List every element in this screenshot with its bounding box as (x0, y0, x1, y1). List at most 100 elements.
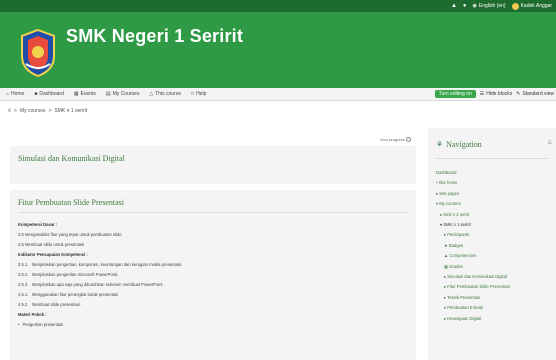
pencil-icon: ✎ (516, 91, 521, 97)
navigation-block: ⚘ Navigation ☰ Dashboard • Site home ▸ S… (428, 128, 556, 360)
site-title[interactable]: SMK Negeri 1 Seririt (66, 26, 243, 47)
nav-tree-item[interactable]: ▸ Pembuatan E-book (436, 303, 552, 313)
section-title[interactable]: Fitur Pembuatan Slide Presentasi (18, 198, 124, 207)
course-section: Simulasi dan Komunikasi Digital (10, 146, 416, 184)
indicator-text: Menggunakan fitur perangkat lunak presen… (32, 292, 119, 297)
course-content: Your progress Simulasi dan Komunikasi Di… (10, 126, 416, 360)
navbar-actions: Turn editing on ☰ Hide blocks ✎ Standard v… (434, 90, 554, 98)
top-bar: ▲ ● ◉ English (en) Kadek Anggar (0, 0, 556, 12)
breadcrumb-my-courses[interactable]: My courses (20, 108, 46, 114)
indicator-text: Menjelaskan apa saja yang dibutuhkan seb… (32, 282, 163, 287)
nav-dashboard[interactable]: ■ Dashboard (34, 91, 64, 97)
hide-blocks-icon: ☰ (479, 91, 485, 97)
top-bar-right: ▲ ● ◉ English (en) Kadek Anggar (451, 2, 552, 10)
nav-tree-label: SMK n 1 seririt (443, 222, 471, 228)
nav-dashboard-label: Dashboard (39, 91, 64, 97)
nav-tree-item[interactable]: ▸ Kewargaan Digital (436, 314, 552, 324)
dashboard-icon: ■ (34, 91, 38, 97)
breadcrumb-course[interactable]: SMK n 1 seririt (54, 108, 87, 114)
nav-tree-label: Grades (449, 263, 463, 269)
materi-item: Pengertian presentasi (18, 320, 408, 330)
nav-tree-item[interactable]: ▲ Competencies (436, 251, 552, 261)
nav-tree-label: Simulasi dan Komunikasi Digital (447, 274, 507, 280)
indicator-text: Membuat slide presentasi. (32, 302, 81, 307)
nav-events[interactable]: ▦ Events (74, 91, 96, 97)
breadcrumb-home-icon[interactable]: ⍟ (8, 108, 11, 114)
indicator-heading: Indikator Pencapaian Kompetensi : (18, 252, 88, 257)
globe-icon: ◉ (472, 3, 477, 9)
nav-tree-label: Teknik Presentasi (447, 294, 481, 300)
block-menu-icon[interactable]: ☰ (548, 140, 552, 146)
user-name: Kadek Anggar (520, 3, 552, 9)
progress-indicator: Your progress (380, 137, 411, 143)
breadcrumb-separator: > (48, 108, 52, 114)
hide-blocks-label: Hide blocks (486, 91, 513, 97)
indicator-text: Menjelaskan pengertian microsoft PowerPo… (32, 272, 119, 277)
help-icon[interactable] (405, 137, 411, 143)
nav-tree-item[interactable]: Dashboard (436, 168, 552, 178)
nav-tree-item[interactable]: ▸ Fitur Pembuatan Slide Presentasi (436, 282, 552, 292)
nav-tree-item[interactable]: ▾ My courses (436, 199, 552, 209)
indicator-item: 4.5.1. Menggunakan fitur perangkat lunak … (18, 290, 408, 300)
turn-editing-button[interactable]: Turn editing on (434, 90, 476, 98)
site-banner (0, 12, 556, 88)
nav-tree-item[interactable]: ▸ Participants (436, 230, 552, 240)
nav-home[interactable]: ⌂ Home (6, 91, 24, 97)
nav-this-course-label: This course (155, 91, 182, 97)
standard-view-button[interactable]: ✎ Standard view (516, 91, 554, 97)
user-menu[interactable]: Kadek Anggar (511, 2, 552, 10)
help-icon: □ (191, 91, 195, 97)
nav-tree-label: Kewargaan Digital (447, 315, 482, 321)
indicator-number: 4.5.2 (18, 302, 28, 307)
nav-help[interactable]: □ Help (191, 91, 206, 97)
nav-help-label: Help (196, 91, 207, 97)
nav-tree-label: Competencies (449, 253, 477, 259)
hide-blocks-button[interactable]: ☰ Hide blocks (480, 91, 512, 97)
kd-item: 4.5 Membuat slide untuk presentasi (18, 242, 85, 247)
nav-tree-label: Badges (448, 242, 464, 248)
nav-my-courses-label: My Courses (112, 91, 140, 97)
nav-tree-item[interactable]: ★ Badges (436, 241, 552, 251)
indicator-item: 3.5.1. Menjelaskan pengertian, komponen, … (18, 260, 408, 270)
section-summary: Kompetensi Dasar : 3.5 Menganalisis fitu… (18, 220, 408, 330)
nav-tree-item[interactable]: ▸ Teknik Presentasi (436, 293, 552, 303)
chat-icon[interactable]: ● (463, 2, 467, 10)
home-icon: ⌂ (6, 91, 10, 97)
progress-label: Your progress (380, 137, 405, 142)
navbar-links: ⌂ Home ■ Dashboard ▦ Events ▤ My Courses △ Th… (6, 91, 206, 97)
nav-tree-label: Site home (438, 180, 458, 186)
materi-heading: Materi Pokok : (18, 312, 47, 317)
avatar (511, 2, 519, 10)
nav-tree-label: Site pages (439, 190, 460, 196)
nav-tree-label: Pembuatan E-book (447, 305, 484, 311)
section-title[interactable]: Simulasi dan Komunikasi Digital (18, 154, 125, 163)
nav-tree-label: Smk n 2 serrit (443, 211, 470, 217)
nav-tree-item[interactable]: • Site home (436, 178, 552, 188)
indicator-number: 3.5.3 (18, 282, 28, 287)
bell-icon[interactable]: ▲ (451, 2, 457, 10)
breadcrumb: ⍟ > My courses > SMK n 1 seririt (8, 108, 87, 114)
indicator-number: 4.5.1. (18, 292, 29, 297)
kd-heading: Kompetensi Dasar : (18, 222, 58, 227)
indicator-number: 3.5.1. (18, 262, 29, 267)
nav-my-courses[interactable]: ▤ My Courses (106, 91, 139, 97)
course-icon: △ (149, 91, 154, 97)
nav-this-course[interactable]: △ This course (149, 91, 181, 97)
indicator-item: 3.5.3 Menjelaskan apa saja yang dibutuhka… (18, 280, 408, 290)
navigation-header: ⚘ Navigation (436, 140, 482, 149)
nav-tree-item[interactable]: ▾ SMK n 1 seririt (436, 220, 552, 230)
calendar-icon: ▦ (73, 91, 79, 97)
nav-tree-item[interactable]: ▦ Grades (436, 262, 552, 272)
nav-tree-item[interactable]: ▸ Smk n 2 serrit (436, 210, 552, 220)
nav-tree-item[interactable]: ▸ Simulasi dan Komunikasi Digital (436, 272, 552, 282)
breadcrumb-separator: > (14, 108, 17, 114)
nav-tree-label: Fitur Pembuatan Slide Presentasi (447, 284, 510, 290)
language-menu[interactable]: ◉ English (en) (473, 3, 506, 9)
courses-icon: ▤ (105, 91, 111, 97)
nav-tree-item[interactable]: ▸ Site pages (436, 189, 552, 199)
divider (18, 212, 408, 213)
nav-home-label: Home (11, 91, 25, 97)
sitemap-icon: ⚘ (436, 140, 444, 149)
school-logo[interactable] (18, 28, 58, 78)
indicator-number: 3.5.2. (18, 272, 29, 277)
